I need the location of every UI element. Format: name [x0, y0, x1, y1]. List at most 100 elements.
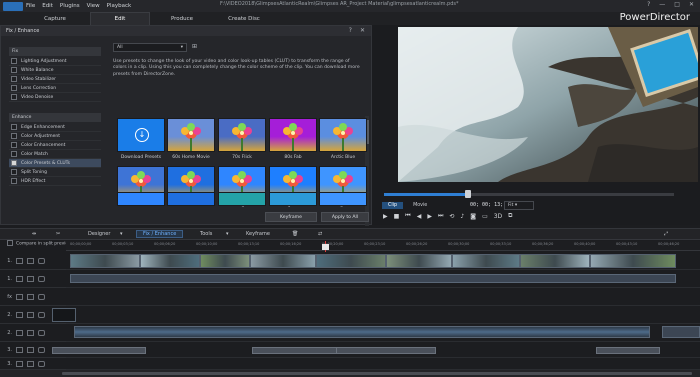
step-back-icon[interactable]: ◀ [417, 213, 422, 220]
tab-capture[interactable]: Capture [20, 12, 90, 25]
track-lane[interactable] [52, 342, 700, 358]
checkbox[interactable] [11, 85, 17, 91]
title-clip[interactable] [252, 347, 348, 354]
preset-thumbnail[interactable] [117, 192, 165, 206]
enhance-item-color-adjustment[interactable]: Color Adjustment [9, 132, 101, 141]
next-frame-icon[interactable]: ⏭ [438, 212, 443, 220]
apply-to-all-button[interactable]: Apply to All [321, 212, 369, 222]
video-clip[interactable] [590, 254, 676, 268]
track-lane[interactable] [66, 324, 700, 342]
tab-create-disc[interactable]: Create Disc [214, 12, 274, 25]
video-clip[interactable] [520, 254, 590, 268]
enhance-item-hdr[interactable]: HDR Effect [9, 177, 101, 186]
checkbox[interactable] [7, 240, 13, 246]
checkbox[interactable] [11, 76, 17, 82]
step-forward-icon[interactable]: ▶ [427, 213, 432, 220]
video-clip[interactable] [200, 254, 250, 268]
swap-icon[interactable]: ⇄ [318, 231, 322, 237]
download-presets-tile[interactable]: ↓ [117, 118, 165, 152]
help-icon[interactable]: ? [647, 1, 650, 8]
preset-thumbnail[interactable] [167, 118, 215, 152]
checkbox[interactable] [11, 169, 17, 175]
panel-close-icon[interactable]: ✕ [360, 27, 365, 34]
minimize-icon[interactable]: — [659, 1, 665, 8]
tab-produce[interactable]: Produce [150, 12, 214, 25]
loop-icon[interactable]: ⟲ [449, 213, 454, 220]
track-manager-icon[interactable]: ⇹ [32, 231, 36, 237]
keyframe-button[interactable]: Keyframe [265, 212, 317, 222]
track-lane[interactable] [66, 358, 700, 370]
track-header[interactable]: 1. [0, 252, 66, 270]
panel-help-icon[interactable]: ? [349, 27, 352, 34]
track-enable-checkbox[interactable] [27, 257, 34, 264]
clip-mode-button[interactable]: Clip [382, 202, 404, 209]
audio-clip[interactable] [70, 274, 676, 283]
delete-icon[interactable]: 🗑 [292, 231, 298, 237]
menu-file[interactable]: File [26, 3, 35, 9]
import-folder-icon[interactable]: ⊞ [192, 43, 202, 52]
preset-thumbnail[interactable] [218, 118, 266, 152]
checkbox[interactable] [11, 133, 17, 139]
preset-thumbnail[interactable] [319, 118, 367, 152]
snapshot-icon[interactable]: ◙ [470, 213, 476, 220]
tab-edit[interactable]: Edit [90, 12, 150, 25]
play-icon[interactable]: ▶ [383, 213, 388, 220]
designer-button[interactable]: Designer [88, 231, 110, 237]
chevron-down-icon[interactable]: ▾ [226, 231, 229, 237]
video-clip[interactable] [386, 254, 452, 268]
title-clip[interactable] [596, 347, 660, 354]
preset-filter-dropdown[interactable]: All ▾ [113, 43, 187, 52]
lock-icon[interactable] [38, 257, 45, 264]
tools-button[interactable]: Tools [200, 231, 212, 237]
fix-item-lens-correction[interactable]: Lens Correction [9, 84, 101, 93]
lock-icon[interactable] [38, 329, 45, 336]
track-lane[interactable] [52, 306, 700, 324]
checkbox[interactable] [11, 67, 17, 73]
timeline-ruler[interactable]: 00;00;00;00 00;00;03;10 00;00;06;20 00;00;1… [66, 241, 700, 251]
compare-split-preview[interactable]: Compare in split preview [7, 240, 72, 247]
fix-item-denoise[interactable]: Video Denoise [9, 93, 101, 102]
track-enable-checkbox[interactable] [27, 311, 34, 318]
menu-plugins[interactable]: Plugins [60, 3, 80, 9]
playhead-handle[interactable] [322, 244, 329, 250]
track-enable-checkbox[interactable] [27, 293, 34, 300]
display-icon[interactable]: ▭ [482, 213, 488, 220]
fix-item-white-balance[interactable]: White Balance [9, 66, 101, 75]
close-icon[interactable]: ✕ [689, 1, 694, 8]
checkbox[interactable] [11, 124, 17, 130]
undock-icon[interactable]: ⧉ [508, 212, 512, 220]
title-clip[interactable] [52, 347, 146, 354]
audio-clip[interactable] [662, 326, 700, 338]
track-enable-checkbox[interactable] [27, 275, 34, 282]
menu-view[interactable]: View [87, 3, 100, 9]
checkbox[interactable] [11, 94, 17, 100]
enhance-item-edge[interactable]: Edge Enhancement [9, 123, 101, 132]
enhance-item-split-toning[interactable]: Split Toning [9, 168, 101, 177]
menu-playback[interactable]: Playback [107, 3, 132, 9]
overlay-clip[interactable] [52, 308, 76, 322]
seek-handle[interactable] [465, 190, 471, 198]
checkbox[interactable] [11, 58, 17, 64]
fix-item-lighting[interactable]: Lighting Adjustment [9, 57, 101, 66]
title-clip[interactable] [336, 347, 436, 354]
preset-thumbnail[interactable] [218, 192, 266, 206]
checkbox[interactable] [11, 178, 17, 184]
chevron-down-icon[interactable]: ▾ [120, 231, 123, 237]
track-header[interactable]: 1. [0, 270, 66, 288]
video-clip[interactable] [70, 254, 140, 268]
video-clip[interactable] [250, 254, 316, 268]
enhance-item-color-match[interactable]: Color Match [9, 150, 101, 159]
timeline-hscroll-thumb[interactable] [62, 372, 692, 375]
lock-icon[interactable] [38, 311, 45, 318]
checkbox-checked[interactable] [11, 160, 17, 166]
lock-icon[interactable] [38, 275, 45, 282]
fix-item-stabilizer[interactable]: Video Stabilizer [9, 75, 101, 84]
track-lane[interactable] [66, 252, 700, 270]
fix-enhance-button[interactable]: Fix / Enhance [136, 230, 184, 238]
track-header[interactable]: 3. [0, 358, 66, 370]
track-header[interactable]: 2. [0, 324, 66, 342]
zoom-fit-select[interactable]: Fit ▾ [504, 201, 534, 210]
lock-icon[interactable] [38, 360, 45, 367]
track-enable-checkbox[interactable] [27, 329, 34, 336]
split-icon[interactable]: ✂ [56, 231, 60, 237]
